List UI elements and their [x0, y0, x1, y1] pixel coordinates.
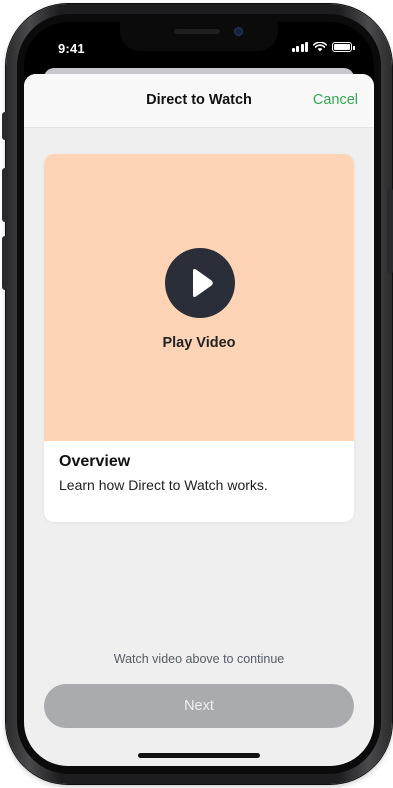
volume-down-button: [2, 236, 8, 290]
screen: 9:41 Direct to Watch Cancel Play Video O…: [24, 22, 374, 766]
notch: [120, 22, 278, 51]
video-player[interactable]: Play Video: [44, 154, 354, 441]
next-button[interactable]: Next: [44, 684, 354, 728]
home-indicator[interactable]: [138, 753, 260, 758]
cancel-button[interactable]: Cancel: [313, 92, 358, 108]
volume-up-button: [2, 168, 8, 222]
speaker-grille: [174, 29, 220, 34]
status-icons: [291, 42, 355, 52]
wifi-icon: [313, 42, 327, 52]
signal-icon: [291, 42, 308, 52]
power-button: [387, 188, 393, 274]
video-card: Play Video Overview Learn how Direct to …: [44, 154, 354, 522]
modal-sheet: Direct to Watch Cancel Play Video Overvi…: [24, 74, 374, 766]
card-description: Learn how Direct to Watch works.: [59, 477, 268, 493]
continue-hint: Watch video above to continue: [113, 652, 285, 666]
front-camera: [234, 27, 243, 36]
battery-icon: [332, 42, 355, 52]
nav-bar: Direct to Watch Cancel: [24, 74, 374, 128]
status-time: 9:41: [58, 41, 85, 56]
card-title: Overview: [59, 453, 131, 470]
mute-switch: [2, 112, 8, 140]
card-body: Overview Learn how Direct to Watch works…: [44, 441, 354, 493]
play-icon: [193, 269, 213, 297]
play-video-label: Play Video: [162, 335, 236, 351]
play-button[interactable]: [165, 248, 235, 318]
